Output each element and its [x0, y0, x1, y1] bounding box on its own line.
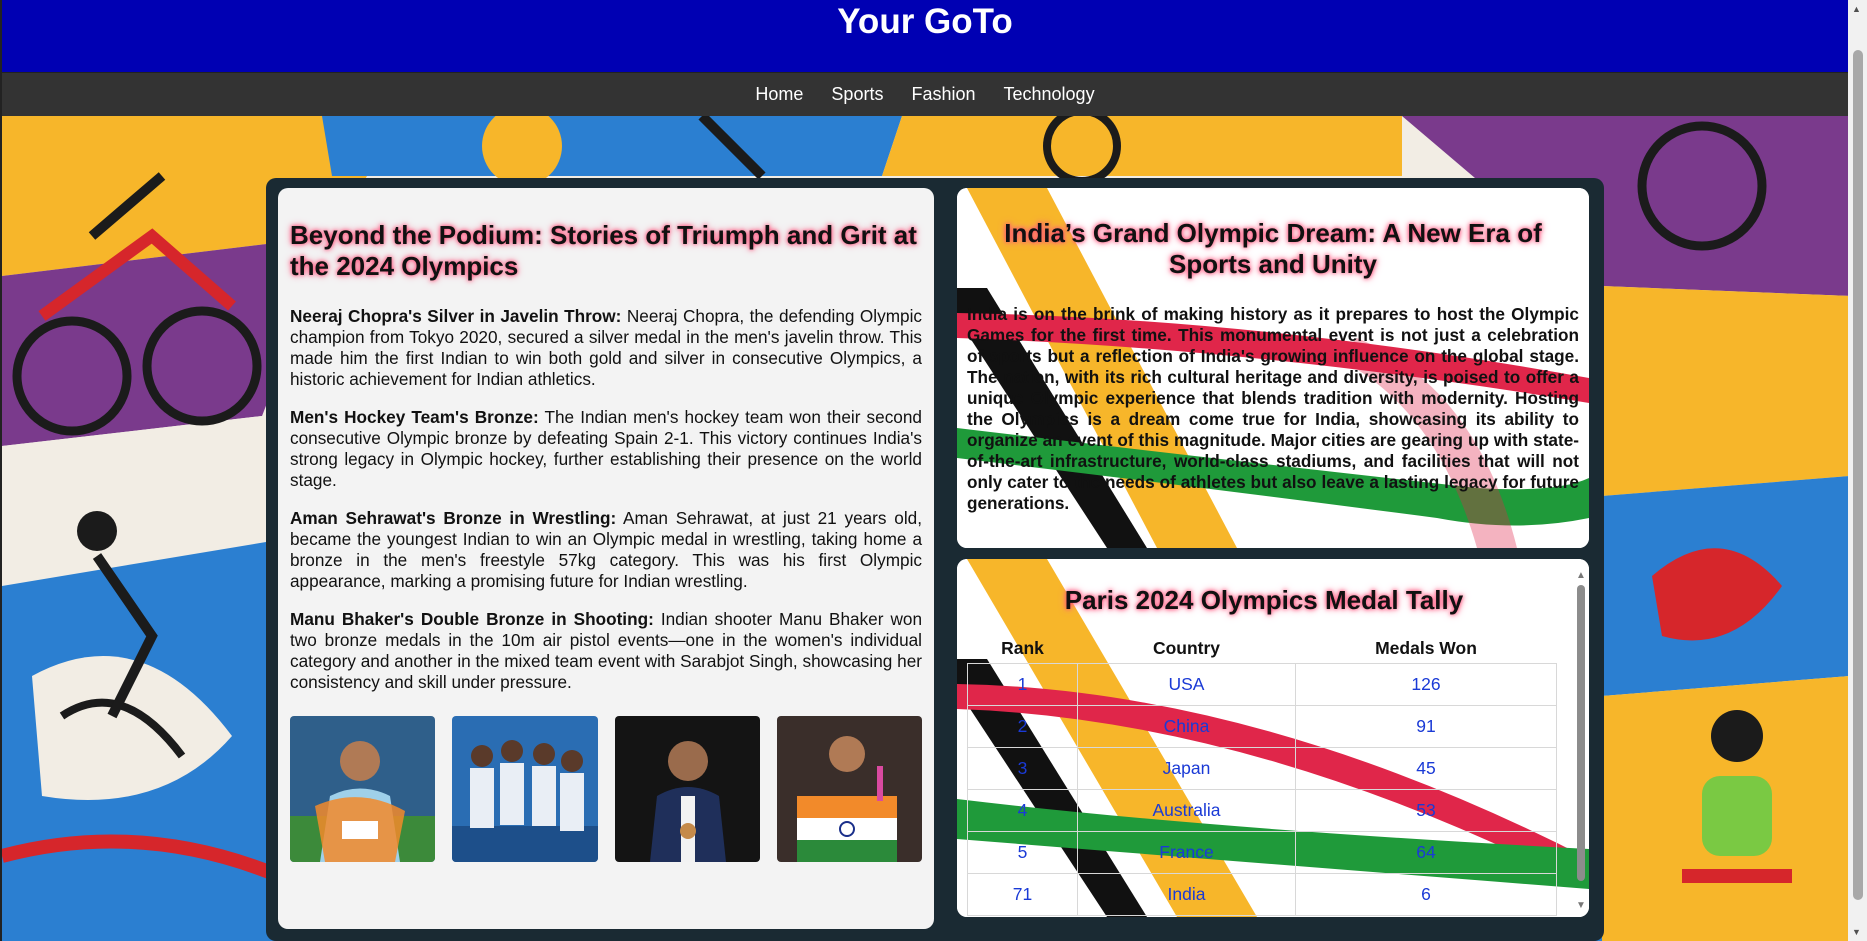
- cell-country: India: [1077, 873, 1296, 916]
- cell-medals: 53: [1295, 789, 1557, 832]
- table-row: 2 China 91: [967, 705, 1557, 748]
- main-nav: Home Sports Fashion Technology: [2, 73, 1848, 116]
- story-heading: Neeraj Chopra's Silver in Javelin Throw:: [290, 306, 622, 326]
- stories-card: Beyond the Podium: Stories of Triumph an…: [278, 188, 934, 929]
- cell-country: Japan: [1077, 747, 1296, 790]
- table-row: 3 Japan 45: [967, 747, 1557, 790]
- nav-home[interactable]: Home: [755, 84, 803, 105]
- table-row: 4 Australia 53: [967, 789, 1557, 832]
- table-row: 5 France 64: [967, 831, 1557, 874]
- table-row: 1 USA 126: [967, 663, 1557, 706]
- cell-medals: 126: [1295, 663, 1557, 706]
- column-country: Country: [1152, 638, 1221, 658]
- story-heading: Aman Sehrawat's Bronze in Wrestling:: [290, 508, 617, 528]
- site-header: Your GoTo: [2, 0, 1848, 73]
- cell-rank: 71: [967, 873, 1078, 916]
- cell-country: USA: [1077, 663, 1296, 706]
- table-header-row: Rank Country Medals Won: [968, 636, 1557, 664]
- scrollbar-thumb[interactable]: [1577, 585, 1585, 881]
- stories-title: Beyond the Podium: Stories of Triumph an…: [290, 220, 917, 281]
- story-aman: Aman Sehrawat's Bronze in Wrestling: Ama…: [290, 508, 922, 592]
- cell-medals: 64: [1295, 831, 1557, 874]
- story-neeraj: Neeraj Chopra's Silver in Javelin Throw:…: [290, 306, 922, 390]
- photo-hockey-team[interactable]: [452, 716, 598, 862]
- page-scrollbar-thumb[interactable]: [1853, 50, 1863, 900]
- story-heading: Manu Bhaker's Double Bronze in Shooting:: [290, 609, 654, 629]
- cell-medals: 6: [1295, 873, 1557, 916]
- scroll-up-arrow-icon[interactable]: ▲: [1575, 571, 1587, 581]
- table-row: 71 India 6: [967, 873, 1557, 916]
- cell-rank: 2: [967, 705, 1078, 748]
- india-article-text: India is on the brink of making history …: [967, 304, 1579, 513]
- column-medals: Medals Won: [1375, 638, 1477, 658]
- cell-country: France: [1077, 831, 1296, 874]
- scroll-down-arrow-icon[interactable]: ▼: [1575, 901, 1587, 911]
- nav-technology[interactable]: Technology: [1004, 84, 1095, 105]
- cell-medals: 45: [1295, 747, 1557, 790]
- medal-tally-table: Rank Country Medals Won 1 USA 126 2 China 91…: [967, 636, 1557, 916]
- cell-country: China: [1077, 705, 1296, 748]
- page-scroll-up-icon[interactable]: ▲: [1852, 4, 1861, 14]
- page-scroll-down-icon[interactable]: ▼: [1852, 927, 1861, 937]
- cell-country: Australia: [1077, 789, 1296, 832]
- photo-manu-bhaker[interactable]: [776, 716, 922, 862]
- cell-rank: 4: [967, 789, 1078, 832]
- cell-rank: 3: [967, 747, 1078, 790]
- cell-rank: 5: [967, 831, 1078, 874]
- athlete-photos: [290, 716, 922, 862]
- column-rank: Rank: [1001, 638, 1044, 658]
- photo-aman-sehrawat[interactable]: [614, 716, 760, 862]
- india-olympic-card: India’s Grand Olympic Dream: A New Era o…: [957, 188, 1589, 548]
- medal-tally-card: Paris 2024 Olympics Medal Tally Rank Cou…: [957, 559, 1589, 917]
- nav-sports[interactable]: Sports: [831, 84, 883, 105]
- story-hockey: Men's Hockey Team's Bronze: The Indian m…: [290, 407, 922, 491]
- india-article-title: India’s Grand Olympic Dream: A New Era o…: [1004, 218, 1542, 279]
- site-title: Your GoTo: [837, 2, 1013, 41]
- nav-fashion[interactable]: Fashion: [911, 84, 975, 105]
- photo-neeraj-chopra[interactable]: [290, 716, 436, 862]
- tally-scrollbar[interactable]: ▲ ▼: [1575, 571, 1587, 911]
- page-scrollbar[interactable]: ▲ ▼: [1848, 0, 1867, 941]
- story-manu: Manu Bhaker's Double Bronze in Shooting:…: [290, 609, 922, 693]
- medal-tally-title: Paris 2024 Olympics Medal Tally: [1064, 585, 1464, 615]
- story-heading: Men's Hockey Team's Bronze:: [290, 407, 539, 427]
- cell-medals: 91: [1295, 705, 1557, 748]
- cell-rank: 1: [967, 663, 1078, 706]
